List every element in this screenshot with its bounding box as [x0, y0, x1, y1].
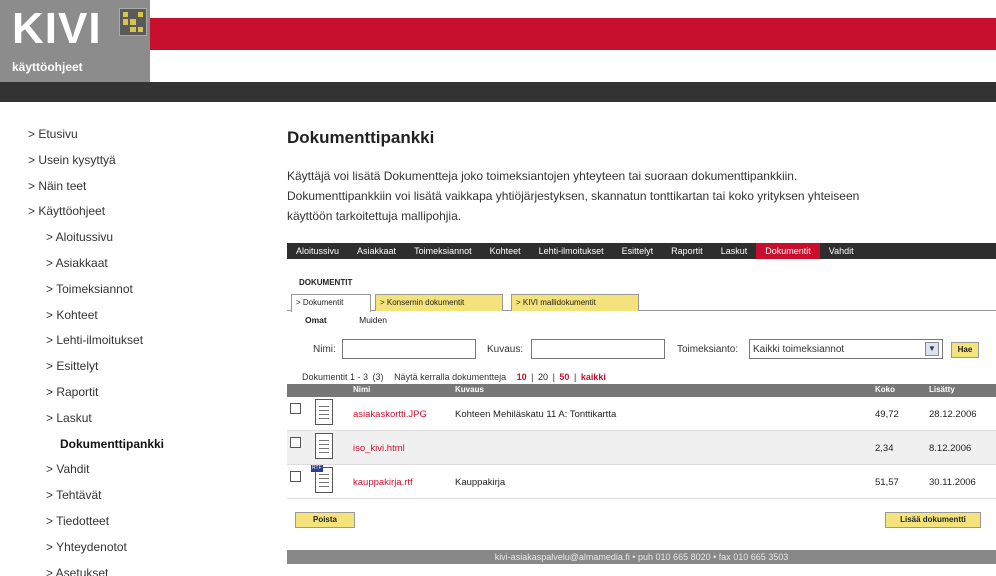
per-page-20[interactable]: 20: [538, 372, 548, 382]
logo-subtitle: käyttöohjeet: [12, 60, 83, 74]
logo-title: KIVI: [12, 4, 102, 53]
desc-input[interactable]: [531, 339, 665, 359]
intro-line-1: Käyttäjä voi lisätä Dokumentteja joko to…: [287, 169, 798, 183]
nav-item-faq[interactable]: > Usein kysyttyä: [28, 148, 228, 174]
paging-count: (3): [372, 372, 384, 382]
document-size: 51,57: [875, 477, 899, 488]
document-date: 28.12.2006: [929, 409, 977, 420]
table-header: Nimi Kuvaus Koko Lisätty: [287, 384, 996, 397]
menu-asiakkaat[interactable]: Asiakkaat: [348, 243, 405, 259]
nav-item-asiakkaat[interactable]: > Asiakkaat: [28, 251, 228, 277]
table-row: iso_kivi.html 2,34 8.12.2006: [287, 431, 996, 465]
header-red-bar: [150, 18, 996, 50]
menu-dokumentit[interactable]: Dokumentit: [756, 243, 820, 259]
intro-line-3: käyttöön tarkoitettuja mallipohjia.: [287, 209, 462, 223]
delete-button[interactable]: Poista: [295, 512, 355, 528]
nav-item-tehtavat[interactable]: > Tehtävät: [28, 483, 228, 509]
page-title: Dokumenttipankki: [287, 128, 435, 147]
nav-item-nain-teet[interactable]: > Näin teet: [28, 174, 228, 200]
intro-line-2: Dokumenttipankkiin voi lisätä vaikkapa y…: [287, 189, 860, 203]
header-dark-bar: [0, 82, 996, 102]
tab-dokumentit[interactable]: > Dokumentit: [291, 294, 371, 312]
nav-item-kohteet[interactable]: > Kohteet: [28, 303, 228, 329]
name-input[interactable]: [342, 339, 476, 359]
subtabs: Omat Muiden: [305, 315, 417, 325]
document-date: 30.11.2006: [929, 477, 976, 488]
document-icon: [315, 399, 333, 425]
document-size: 2,34: [875, 443, 894, 454]
document-name-link[interactable]: asiakaskortti.JPG: [353, 409, 427, 420]
menu-vahdit[interactable]: Vahdit: [820, 243, 863, 259]
per-page-label: Näytä kerralla dokumentteja: [394, 372, 507, 382]
subtab-muiden[interactable]: Muiden: [359, 315, 387, 325]
row-checkbox[interactable]: [290, 471, 301, 482]
logo[interactable]: KIVI käyttöohjeet: [0, 0, 150, 82]
document-icon: [315, 433, 333, 459]
left-nav: > Etusivu > Usein kysyttyä > Näin teet >…: [28, 122, 228, 576]
nav-item-aloitussivu[interactable]: > Aloitussivu: [28, 225, 228, 251]
column-header-added[interactable]: Lisätty: [929, 385, 955, 394]
search-row: Nimi: Kuvaus: Toimeksianto: Kaikki toime…: [287, 339, 996, 361]
column-header-size[interactable]: Koko: [875, 385, 895, 394]
nav-item-etusivu[interactable]: > Etusivu: [28, 122, 228, 148]
nav-item-laskut[interactable]: > Laskut: [28, 406, 228, 432]
assignment-select[interactable]: Kaikki toimeksiannot ▼: [749, 339, 943, 359]
document-size: 49,72: [875, 409, 899, 420]
intro-text: Käyttäjä voi lisätä Dokumentteja joko to…: [287, 166, 967, 226]
menu-laskut[interactable]: Laskut: [712, 243, 757, 259]
rtf-badge-icon: RTF: [311, 465, 323, 472]
paging: Dokumentit 1 - 3 (3) Näytä kerralla doku…: [302, 372, 608, 382]
nav-item-asetukset[interactable]: > Asetukset: [28, 561, 228, 576]
per-page-10[interactable]: 10: [517, 372, 527, 382]
paging-range: Dokumentit 1 - 3: [302, 372, 369, 382]
per-page-50[interactable]: 50: [559, 372, 569, 382]
per-page-all[interactable]: kaikki: [581, 372, 606, 382]
menu-kohteet[interactable]: Kohteet: [481, 243, 530, 259]
nav-item-vahdit[interactable]: > Vahdit: [28, 457, 228, 483]
tab-konsernin-dokumentit[interactable]: > Konsernin dokumentit: [375, 294, 503, 311]
per-page-sep-3: |: [573, 372, 577, 382]
row-checkbox[interactable]: [290, 437, 301, 448]
subtab-omat[interactable]: Omat: [305, 315, 327, 325]
nav-item-tiedotteet[interactable]: > Tiedotteet: [28, 509, 228, 535]
nav-item-raportit[interactable]: > Raportit: [28, 380, 228, 406]
column-header-name[interactable]: Nimi: [353, 385, 370, 394]
per-page-sep-1: |: [531, 372, 534, 382]
nav-item-esittelyt[interactable]: > Esittelyt: [28, 354, 228, 380]
nav-item-dokumenttipankki[interactable]: Dokumenttipankki: [28, 432, 228, 458]
nav-item-lehti-ilmoitukset[interactable]: > Lehti-ilmoitukset: [28, 328, 228, 354]
app-menubar: Aloitussivu Asiakkaat Toimeksiannot Koht…: [287, 243, 996, 259]
footer-contact: kivi-asiakaspalvelu@almamedia.fi • puh 0…: [287, 550, 996, 564]
document-name-link[interactable]: kauppakirja.rtf: [353, 477, 413, 488]
desc-label: Kuvaus:: [487, 344, 524, 355]
document-description: Kauppakirja: [455, 477, 506, 488]
per-page-sep-2: |: [552, 372, 555, 382]
add-document-button[interactable]: Lisää dokumentti: [885, 512, 981, 528]
tab-kivi-mallidokumentit[interactable]: > KIVI mallidokumentit: [511, 294, 639, 311]
name-label: Nimi:: [313, 344, 336, 355]
assignment-select-value: Kaikki toimeksiannot: [753, 343, 845, 355]
menu-esittelyt[interactable]: Esittelyt: [613, 243, 663, 259]
menu-lehti-ilmoitukset[interactable]: Lehti-ilmoitukset: [530, 243, 613, 259]
row-checkbox[interactable]: [290, 403, 301, 414]
column-header-desc[interactable]: Kuvaus: [455, 385, 484, 394]
menu-raportit[interactable]: Raportit: [662, 243, 712, 259]
nav-item-toimeksiannot[interactable]: > Toimeksiannot: [28, 277, 228, 303]
nav-item-yhteydenotot[interactable]: > Yhteydenotot: [28, 535, 228, 561]
document-date: 8.12.2006: [929, 443, 972, 454]
chevron-down-icon[interactable]: ▼: [925, 342, 939, 356]
logo-grid-icon: [119, 8, 147, 36]
document-name-link[interactable]: iso_kivi.html: [353, 443, 405, 454]
search-button[interactable]: Hae: [951, 342, 979, 358]
nav-item-kayttoohjeet[interactable]: > Käyttöohjeet: [28, 199, 228, 225]
menu-aloitussivu[interactable]: Aloitussivu: [287, 243, 348, 259]
menu-toimeksiannot[interactable]: Toimeksiannot: [405, 243, 481, 259]
table-row: asiakaskortti.JPG Kohteen Mehiläskatu 11…: [287, 397, 996, 431]
table-row: RTF kauppakirja.rtf Kauppakirja 51,57 30…: [287, 465, 996, 499]
document-tabs: > Dokumentit > Konsernin dokumentit > KI…: [287, 294, 996, 312]
document-description: Kohteen Mehiläskatu 11 A: Tonttikartta: [455, 409, 617, 420]
assignment-label: Toimeksianto:: [677, 344, 739, 355]
section-title: DOKUMENTIT: [299, 278, 353, 287]
